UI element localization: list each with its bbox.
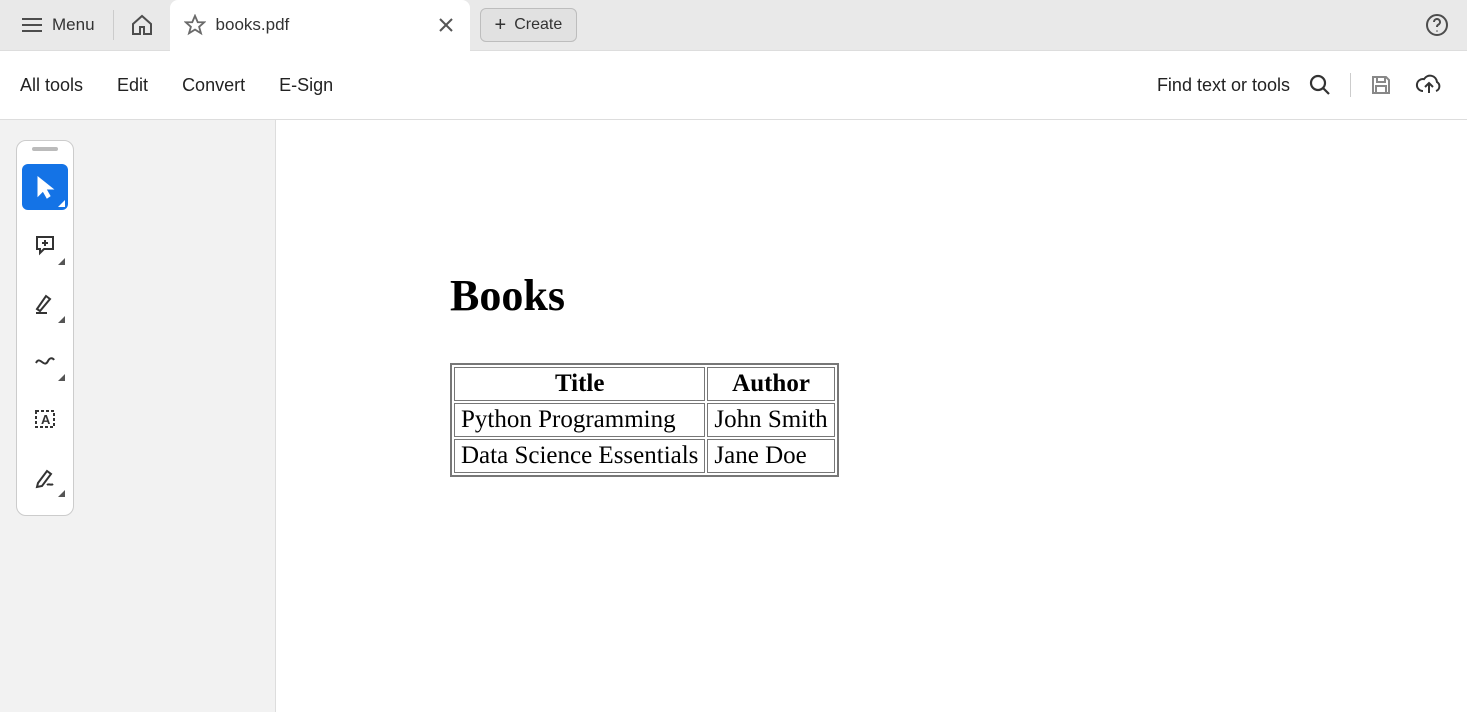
plus-icon: +	[495, 15, 507, 35]
tool-comment[interactable]	[22, 222, 68, 268]
draw-icon	[33, 349, 57, 373]
tool-sign[interactable]	[22, 454, 68, 500]
home-button[interactable]	[122, 5, 162, 45]
toolbar-left-group: All tools Edit Convert E-Sign	[20, 75, 333, 96]
cloud-upload-button[interactable]	[1411, 69, 1447, 101]
find-text-button[interactable]: Find text or tools	[1157, 75, 1290, 96]
secondary-toolbar: All tools Edit Convert E-Sign Find text …	[0, 51, 1467, 120]
home-icon	[130, 13, 154, 37]
text-select-icon: A	[33, 407, 57, 431]
strip-drag-handle[interactable]	[32, 147, 58, 151]
toolbar-item-esign[interactable]: E-Sign	[279, 75, 333, 96]
star-icon[interactable]	[184, 14, 206, 36]
toolbar-item-all-tools[interactable]: All tools	[20, 75, 83, 96]
table-row: Data Science Essentials Jane Doe	[454, 439, 835, 473]
divider	[1350, 73, 1351, 97]
close-icon	[438, 17, 454, 33]
search-icon	[1308, 73, 1332, 97]
table-header-row: Title Author	[454, 367, 835, 401]
app-chrome-bar: Menu books.pdf + Create	[0, 0, 1467, 51]
page-heading: Books	[450, 270, 1467, 321]
main-area: A Books Title Author	[0, 120, 1467, 712]
toolbar-item-edit[interactable]: Edit	[117, 75, 148, 96]
close-tab-button[interactable]	[434, 13, 458, 37]
menu-button[interactable]: Menu	[12, 9, 105, 41]
left-sidebar: A	[0, 120, 276, 712]
page-content: Books Title Author Python Programming Jo…	[276, 120, 1467, 477]
cell-author: Jane Doe	[707, 439, 834, 473]
document-tab[interactable]: books.pdf	[170, 0, 470, 51]
tool-text-select[interactable]: A	[22, 396, 68, 442]
document-viewport[interactable]: Books Title Author Python Programming Jo…	[276, 120, 1467, 712]
menu-label: Menu	[52, 15, 95, 35]
pen-icon	[33, 465, 57, 489]
cell-author: John Smith	[707, 403, 834, 437]
save-icon	[1369, 73, 1393, 97]
tool-select[interactable]	[22, 164, 68, 210]
comment-icon	[33, 233, 57, 257]
toolbar-item-convert[interactable]: Convert	[182, 75, 245, 96]
create-button[interactable]: + Create	[480, 8, 578, 42]
cell-title: Python Programming	[454, 403, 705, 437]
highlight-icon	[33, 291, 57, 315]
save-button[interactable]	[1365, 69, 1397, 101]
tool-strip: A	[16, 140, 74, 516]
help-button[interactable]	[1419, 7, 1455, 43]
cloud-upload-icon	[1415, 73, 1443, 97]
books-table: Title Author Python Programming John Smi…	[450, 363, 839, 477]
cursor-icon	[34, 175, 56, 199]
hamburger-icon	[22, 18, 42, 32]
col-header-title: Title	[454, 367, 705, 401]
table-row: Python Programming John Smith	[454, 403, 835, 437]
divider	[113, 10, 114, 40]
cell-title: Data Science Essentials	[454, 439, 705, 473]
tab-title: books.pdf	[216, 15, 424, 35]
tool-highlight[interactable]	[22, 280, 68, 326]
tool-draw[interactable]	[22, 338, 68, 384]
search-button[interactable]	[1304, 69, 1336, 101]
svg-text:A: A	[41, 412, 51, 427]
create-label: Create	[514, 16, 562, 34]
help-icon	[1425, 13, 1449, 37]
toolbar-right-group: Find text or tools	[1157, 69, 1447, 101]
col-header-author: Author	[707, 367, 834, 401]
